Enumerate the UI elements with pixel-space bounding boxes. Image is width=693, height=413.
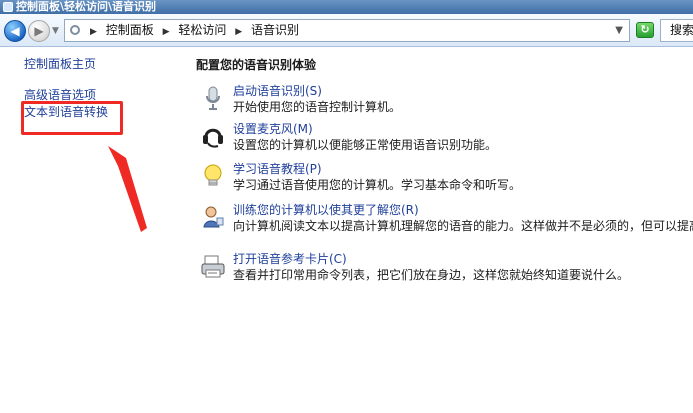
- search-placeholder: 搜索控: [670, 23, 693, 37]
- start-speech-recognition-link[interactable]: 启动语音识别(S): [233, 84, 322, 98]
- task-train-computer: 训练您的计算机以使其更了解您(R) 向计算机阅读文本以提高计算机理解您的语音的能…: [199, 203, 693, 243]
- control-panel-address-icon: [70, 25, 80, 35]
- task-setup-microphone: 设置麦克风(M) 设置您的计算机以便能够正常使用语音识别功能。: [199, 122, 693, 162]
- speech-recognition-window: 控制面板\轻松访问\语音识别 ◀ ▶ ▼ ▶ 控制面板 ▶ 轻松访问 ▶ 语音识…: [0, 0, 693, 413]
- task-open-reference-card: 打开语音参考卡片(C) 查看并打印常用命令列表，把它们放在身边，这样您就始终知道…: [199, 252, 693, 292]
- left-nav-control-panel-home[interactable]: 控制面板主页: [24, 57, 96, 71]
- task-learn-speech-tutorial: 学习语音教程(P) 学习通过语音使用您的计算机。学习基本命令和听写。: [199, 162, 693, 202]
- search-input[interactable]: 搜索控: [660, 19, 693, 42]
- breadcrumb-item-ease-of-access[interactable]: 轻松访问: [178, 23, 226, 37]
- address-bar[interactable]: ▶ 控制面板 ▶ 轻松访问 ▶ 语音识别 ▼: [64, 19, 630, 42]
- back-button[interactable]: ◀: [4, 20, 26, 42]
- breadcrumb: ▶ 控制面板 ▶ 轻松访问 ▶ 语音识别: [85, 20, 299, 43]
- window-title-icon: [3, 2, 13, 12]
- learn-speech-tutorial-description: 学习通过语音使用您的计算机。学习基本命令和听写。: [233, 178, 522, 192]
- train-computer-description: 向计算机阅读文本以提高计算机理解您的语音的能力。这样做并不是必须的，但可以提高听…: [233, 219, 693, 233]
- printer-icon: [201, 255, 225, 278]
- page-title: 配置您的语音识别体验: [196, 58, 317, 72]
- refresh-button[interactable]: ↻: [636, 22, 654, 38]
- headset-icon: [203, 128, 223, 148]
- lightbulb-icon: [204, 164, 222, 186]
- train-computer-link[interactable]: 训练您的计算机以使其更了解您(R): [233, 203, 419, 217]
- setup-microphone-description: 设置您的计算机以便能够正常使用语音识别功能。: [233, 138, 498, 152]
- left-nav-advanced-speech-options[interactable]: 高级语音选项: [24, 88, 96, 102]
- learn-speech-tutorial-link[interactable]: 学习语音教程(P): [233, 162, 322, 176]
- forward-arrow-icon: ▶: [34, 24, 44, 38]
- address-dropdown-icon[interactable]: ▼: [615, 20, 623, 41]
- breadcrumb-separator-icon: ▶: [162, 27, 170, 37]
- forward-button[interactable]: ▶: [28, 20, 50, 42]
- setup-microphone-link[interactable]: 设置麦克风(M): [233, 122, 313, 136]
- breadcrumb-separator-icon: ▶: [235, 27, 243, 37]
- start-speech-recognition-description: 开始使用您的语音控制计算机。: [233, 100, 402, 114]
- navigation-bar: ◀ ▶ ▼ ▶ 控制面板 ▶ 轻松访问 ▶ 语音识别 ▼ ↻ 搜索控: [0, 14, 693, 47]
- open-reference-card-description: 查看并打印常用命令列表，把它们放在身边，这样您就始终知道要说什么。: [233, 268, 630, 282]
- open-reference-card-link[interactable]: 打开语音参考卡片(C): [233, 252, 347, 266]
- task-start-speech-recognition: 启动语音识别(S) 开始使用您的语音控制计算机。: [199, 84, 693, 124]
- breadcrumb-separator-icon: ▶: [90, 27, 97, 37]
- window-titlebar: 控制面板\轻松访问\语音识别: [0, 0, 693, 14]
- refresh-icon: ↻: [640, 23, 650, 36]
- user-train-icon: [203, 206, 224, 228]
- back-arrow-icon: ◀: [10, 24, 20, 38]
- annotation-arrow-shape: [108, 146, 147, 232]
- breadcrumb-item-speech-recognition[interactable]: 语音识别: [251, 23, 299, 37]
- history-dropdown-icon[interactable]: ▼: [52, 26, 59, 36]
- microphone-icon: [206, 86, 220, 110]
- window-title: 控制面板\轻松访问\语音识别: [16, 0, 157, 13]
- highlight-box: [21, 101, 123, 135]
- breadcrumb-item-control-panel[interactable]: 控制面板: [106, 23, 154, 37]
